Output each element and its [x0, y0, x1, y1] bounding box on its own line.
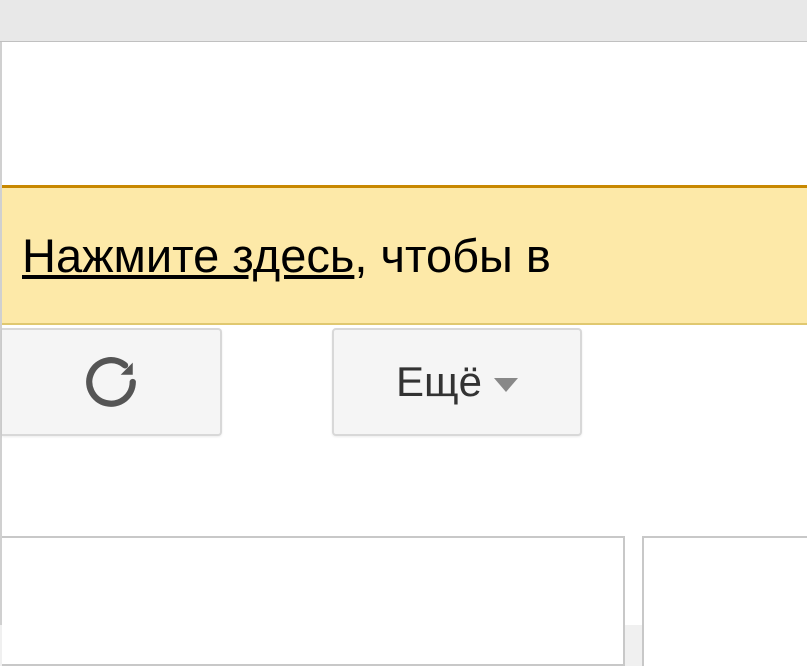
notification-text: , чтобы в: [354, 228, 550, 283]
content-area: Нажмите здесь, чтобы в Ещё: [0, 42, 807, 625]
message-list-panel[interactable]: [2, 536, 625, 666]
refresh-button[interactable]: [2, 328, 222, 436]
toolbar: Ещё: [2, 328, 807, 438]
notification-bar: Нажмите здесь, чтобы в: [2, 185, 807, 325]
notification-link[interactable]: Нажмите здесь: [22, 228, 354, 283]
more-label: Ещё: [396, 358, 482, 406]
browser-chrome: [0, 0, 807, 42]
chevron-down-icon: [494, 378, 518, 392]
more-button[interactable]: Ещё: [332, 328, 582, 436]
side-panel: [642, 536, 807, 666]
refresh-icon: [82, 353, 140, 411]
